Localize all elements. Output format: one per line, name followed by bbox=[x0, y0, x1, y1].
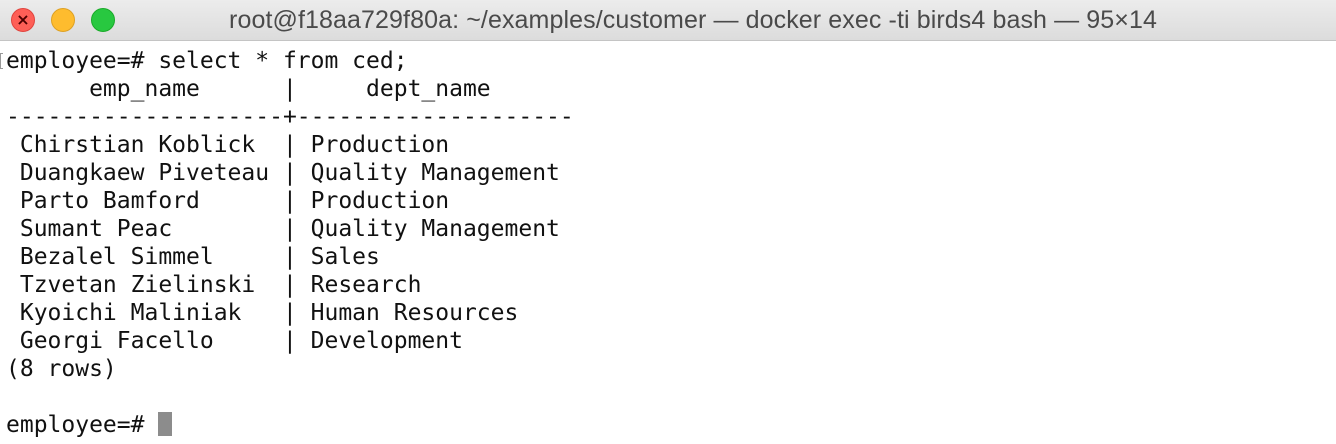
window-title: root@f18aa729f80a: ~/examples/customer —… bbox=[229, 6, 1157, 34]
table-separator: --------------------+-------------------… bbox=[6, 104, 574, 130]
table-row: Sumant Peac | Quality Management bbox=[6, 216, 560, 242]
table-row: Kyoichi Maliniak | Human Resources bbox=[6, 300, 519, 326]
prompt-line[interactable]: employee=# bbox=[0, 411, 1336, 439]
title-bar[interactable]: × root@f18aa729f80a: ~/examples/customer… bbox=[0, 0, 1336, 41]
row-count: (8 rows) bbox=[6, 356, 117, 382]
table-row: Tzvetan Zielinski | Research bbox=[6, 272, 422, 298]
table-row: Chirstian Koblick | Production bbox=[6, 132, 450, 158]
table-header: emp_name | dept_name bbox=[6, 76, 491, 102]
text-cursor bbox=[158, 412, 173, 436]
table-row: Duangkaew Piveteau | Quality Management bbox=[6, 160, 560, 186]
table-row: Georgi Facello | Development bbox=[6, 328, 463, 354]
prompt: employee=# bbox=[6, 412, 159, 438]
table-row: Parto Bamford | Production bbox=[6, 188, 450, 214]
terminal-window: × root@f18aa729f80a: ~/examples/customer… bbox=[0, 0, 1336, 444]
terminal-output[interactable]: employee=# select * from ced; emp_name |… bbox=[0, 47, 1336, 444]
line-marker-icon bbox=[0, 53, 3, 69]
table-row: Bezalel Simmel | Sales bbox=[6, 244, 380, 270]
command-line: employee=# select * from ced; bbox=[6, 48, 408, 74]
